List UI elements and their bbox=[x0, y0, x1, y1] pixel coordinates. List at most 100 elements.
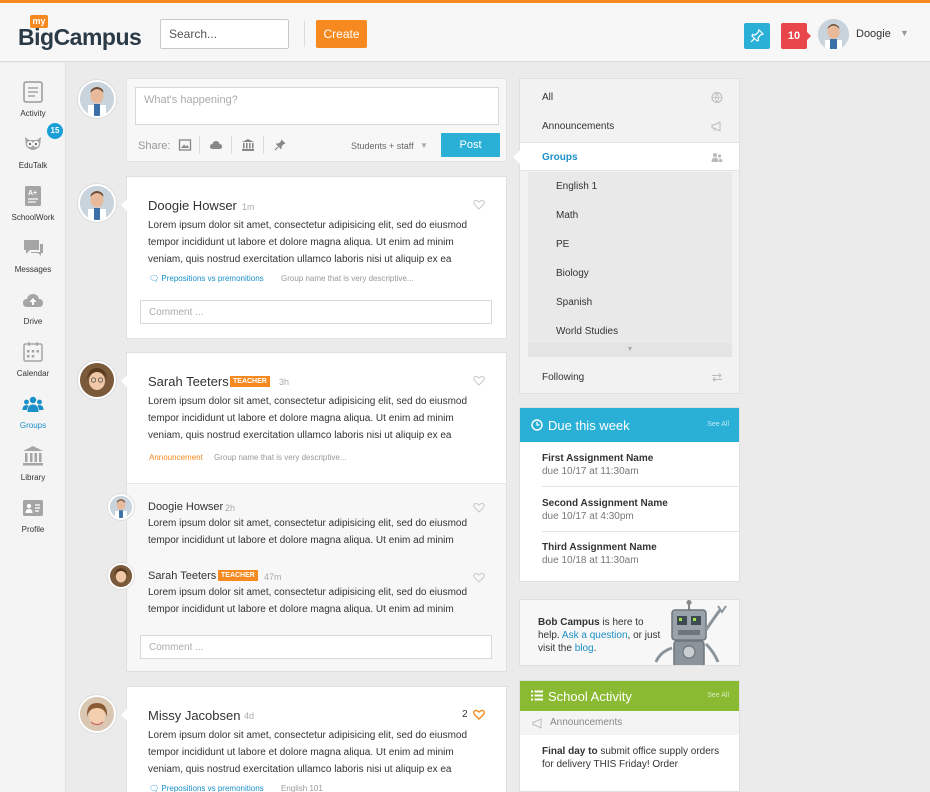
group-item[interactable]: Biology bbox=[528, 259, 732, 288]
heart-icon[interactable] bbox=[473, 375, 485, 386]
user-avatar[interactable] bbox=[818, 19, 849, 50]
comment-bubble-icon: 🗨 bbox=[149, 784, 162, 792]
filter-announcements[interactable]: Announcements bbox=[520, 112, 739, 141]
teacher-tag: TEACHER bbox=[230, 376, 270, 387]
pin-button[interactable] bbox=[744, 23, 770, 49]
avatar-photo bbox=[110, 496, 132, 518]
user-name[interactable]: Doogie bbox=[856, 28, 891, 40]
messages-icon bbox=[24, 240, 43, 256]
ask-question-link[interactable]: Ask a question bbox=[562, 630, 628, 641]
post-author[interactable]: Sarah Teeters bbox=[148, 374, 229, 389]
chevron-down-icon[interactable]: ▼ bbox=[900, 28, 909, 38]
group-item[interactable]: Math bbox=[528, 201, 732, 230]
nav-item-calendar[interactable]: Calendar bbox=[0, 341, 66, 393]
comment-input[interactable] bbox=[140, 635, 492, 659]
avatar[interactable] bbox=[78, 80, 116, 118]
comment-input[interactable] bbox=[140, 300, 492, 324]
nav-label: Calendar bbox=[16, 369, 50, 378]
avatar[interactable] bbox=[78, 695, 116, 733]
avatar[interactable] bbox=[78, 361, 116, 399]
see-all-link[interactable]: See All bbox=[707, 421, 729, 428]
nav-item-library[interactable]: Library bbox=[0, 445, 66, 497]
library-icon[interactable] bbox=[241, 138, 255, 152]
assignment-item[interactable]: Third Assignment Name due 10/18 at 11:30… bbox=[542, 542, 657, 566]
group-item[interactable]: PE bbox=[528, 230, 732, 259]
group-description: Group name that is very descriptive... bbox=[281, 274, 414, 283]
reply-author[interactable]: Sarah Teeters bbox=[148, 570, 216, 582]
group-item[interactable]: Spanish bbox=[528, 288, 732, 317]
filter-label: Groups bbox=[542, 152, 578, 163]
notifications-badge[interactable]: 10 bbox=[781, 23, 811, 49]
filter-all[interactable]: All bbox=[520, 83, 739, 112]
nav-item-schoolwork[interactable]: A+ SchoolWork bbox=[0, 185, 66, 237]
activity-header: School Activity See All bbox=[520, 681, 739, 711]
post-button[interactable]: Post bbox=[441, 133, 500, 157]
audience-select[interactable]: Students + staff bbox=[351, 141, 414, 151]
avatar[interactable] bbox=[78, 184, 116, 222]
bob-help-text: Bob Campus is here to help. Ask a questi… bbox=[538, 617, 661, 654]
assignment-name: Third Assignment Name bbox=[542, 542, 657, 553]
activity-item[interactable]: Final day to submit office supply orders… bbox=[542, 745, 727, 771]
nav-item-groups[interactable]: Groups bbox=[0, 393, 66, 445]
group-link[interactable]: 🗨 Prepositions vs premonitions bbox=[149, 784, 264, 792]
post-body: Lorem ipsum dolor sit amet, consectetur … bbox=[148, 730, 468, 775]
divider bbox=[199, 136, 200, 154]
comment-bubble-icon: 🗨 bbox=[149, 274, 162, 283]
nav-label: Profile bbox=[21, 525, 45, 534]
status-input[interactable] bbox=[135, 87, 499, 125]
avatar[interactable] bbox=[108, 494, 134, 520]
assignment-name: First Assignment Name bbox=[542, 453, 654, 464]
swap-arrows-icon bbox=[712, 373, 722, 382]
people-icon bbox=[711, 153, 723, 162]
activity-subheader: Announcements bbox=[520, 711, 739, 735]
due-header: Due this week See All bbox=[520, 408, 739, 442]
post-card: Doogie Howser 1m Lorem ipsum dolor sit a… bbox=[121, 176, 507, 339]
post-author[interactable]: Doogie Howser bbox=[148, 198, 237, 213]
post-time: 4d bbox=[244, 711, 255, 721]
avatar-photo bbox=[80, 697, 114, 731]
activity-icon bbox=[23, 81, 43, 103]
robot-illustration bbox=[654, 600, 727, 665]
filter-label: Following bbox=[542, 372, 585, 383]
nav-item-drive[interactable]: Drive bbox=[0, 289, 66, 341]
assignment-due: due 10/18 at 11:30am bbox=[542, 555, 639, 566]
heart-icon[interactable] bbox=[473, 199, 485, 210]
pin-icon[interactable] bbox=[273, 138, 287, 152]
group-item[interactable]: English 1 bbox=[528, 172, 732, 201]
user-photo bbox=[818, 19, 849, 50]
chevron-down-icon[interactable]: ▼ bbox=[528, 343, 732, 357]
nav-item-edutalk[interactable]: EduTalk bbox=[0, 133, 66, 185]
reply-author[interactable]: Doogie Howser bbox=[148, 501, 223, 513]
heart-icon[interactable] bbox=[473, 709, 485, 720]
see-all-link[interactable]: See All bbox=[707, 692, 729, 699]
assignment-item[interactable]: Second Assignment Name due 10/17 at 4:30… bbox=[542, 498, 668, 522]
heart-icon[interactable] bbox=[473, 502, 485, 513]
create-button[interactable]: Create bbox=[316, 20, 367, 48]
blog-link[interactable]: blog bbox=[575, 643, 594, 654]
nav-item-messages[interactable]: Messages bbox=[0, 237, 66, 289]
filter-following[interactable]: Following bbox=[520, 363, 739, 392]
avatar[interactable] bbox=[108, 563, 134, 589]
logo-text: BigCampus bbox=[18, 24, 142, 50]
list-icon bbox=[531, 690, 543, 701]
announcement-link[interactable]: Announcement bbox=[149, 453, 203, 462]
due-title: Due this week bbox=[548, 418, 630, 433]
nav-label: Activity bbox=[20, 109, 46, 118]
search-input[interactable] bbox=[160, 19, 289, 49]
nav-label: Drive bbox=[23, 317, 43, 326]
nav-item-profile[interactable]: Profile bbox=[0, 497, 66, 549]
group-link[interactable]: 🗨 Prepositions vs premonitions bbox=[149, 274, 264, 283]
top-bar: my BigCampus Create 10 Doogie ▼ bbox=[0, 0, 930, 62]
assignment-item[interactable]: First Assignment Name due 10/17 at 11:30… bbox=[542, 453, 653, 477]
filter-groups[interactable]: Groups bbox=[513, 142, 739, 171]
group-item[interactable]: World Studies bbox=[528, 317, 732, 346]
image-icon[interactable] bbox=[178, 138, 192, 152]
heart-icon[interactable] bbox=[473, 572, 485, 583]
post-card: Missy Jacobsen 4d 2 Lorem ipsum dolor si… bbox=[121, 686, 507, 792]
nav-label: Groups bbox=[19, 421, 47, 430]
chevron-down-icon[interactable]: ▼ bbox=[420, 141, 428, 150]
cloud-icon[interactable] bbox=[209, 138, 223, 152]
pin-icon bbox=[750, 28, 765, 43]
avatar-photo bbox=[110, 565, 132, 587]
post-author[interactable]: Missy Jacobsen bbox=[148, 708, 240, 723]
